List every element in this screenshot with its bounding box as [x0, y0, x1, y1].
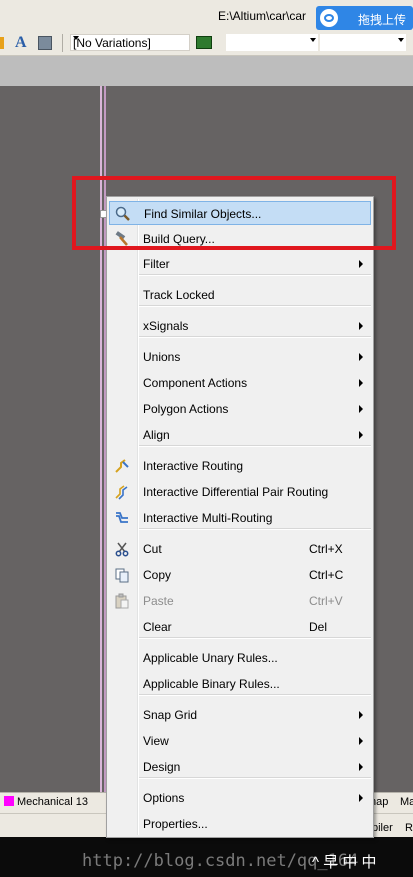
menu-item-label: Properties...: [143, 817, 208, 831]
diffpair-route-icon: [114, 484, 130, 500]
toolbar-combo-2[interactable]: [226, 34, 318, 51]
menu-separator: [139, 528, 371, 530]
multi-route-icon: [114, 510, 130, 526]
chevron-down-icon: [398, 38, 404, 42]
variations-dropdown[interactable]: [No Variations]: [70, 34, 190, 51]
menu-item-label: Paste: [143, 594, 174, 608]
upload-button[interactable]: 拖拽上传: [316, 6, 413, 30]
menu-item-snap-grid[interactable]: Snap Grid: [109, 703, 371, 727]
menu-item-copy[interactable]: Copy Ctrl+C: [109, 563, 371, 587]
menu-item-paste[interactable]: Paste Ctrl+V: [109, 589, 371, 613]
menu-item-label: Snap Grid: [143, 708, 198, 722]
menu-separator: [139, 445, 371, 447]
layer-color-swatch: [4, 796, 14, 806]
menu-item-label: Filter: [143, 257, 170, 271]
document-path: E:\Altium\car\car: [218, 9, 307, 23]
layer-tab-mechanical[interactable]: Mechanical 13: [4, 796, 88, 808]
menu-item-label: Track Locked: [143, 288, 215, 302]
menu-item-shortcut: Ctrl+V: [309, 594, 343, 608]
menu-item-clear[interactable]: Clear Del: [109, 615, 371, 639]
panel-tab-r[interactable]: R: [405, 822, 413, 834]
toolbar-divider: [62, 34, 63, 52]
menu-item-unions[interactable]: Unions: [109, 345, 371, 369]
menu-item-applicable-unary-rules[interactable]: Applicable Unary Rules...: [109, 646, 371, 670]
context-menu: Find Similar Objects... Build Query... Fil…: [106, 196, 374, 838]
menu-item-xsignals[interactable]: xSignals: [109, 314, 371, 338]
menu-item-shortcut: Del: [309, 620, 328, 634]
document-tab-bar: [0, 56, 413, 86]
route-icon: [114, 458, 130, 474]
menu-separator: [139, 694, 371, 696]
menu-item-shortcut: Ctrl+X: [309, 542, 343, 556]
submenu-arrow-icon: [359, 405, 363, 413]
menu-item-filter[interactable]: Filter: [109, 252, 371, 276]
copy-icon: [114, 567, 130, 583]
menu-item-interactive-differential-pair-routing[interactable]: Interactive Differential Pair Routing: [109, 480, 371, 504]
menu-separator: [139, 777, 371, 779]
toolbar: A [No Variations]: [0, 31, 413, 56]
toolbar-grip-icon: [0, 37, 4, 49]
submenu-arrow-icon: [359, 379, 363, 387]
menu-item-component-actions[interactable]: Component Actions: [109, 371, 371, 395]
menu-item-align[interactable]: Align: [109, 423, 371, 447]
menu-item-label: Unions: [143, 350, 181, 364]
menu-item-interactive-multi-routing[interactable]: Interactive Multi-Routing: [109, 506, 371, 530]
menu-item-label: Applicable Binary Rules...: [143, 677, 280, 691]
menu-item-design[interactable]: Design: [109, 755, 371, 779]
scissors-icon: [114, 541, 130, 557]
submenu-arrow-icon: [359, 763, 363, 771]
panel-tab-piler[interactable]: piler: [372, 822, 393, 834]
text-tool-icon[interactable]: A: [15, 34, 27, 52]
menu-item-label: Design: [143, 760, 181, 774]
menu-item-applicable-binary-rules[interactable]: Applicable Binary Rules...: [109, 672, 371, 696]
menu-item-shortcut: Ctrl+C: [309, 568, 344, 582]
submenu-arrow-icon: [359, 353, 363, 361]
board-icon[interactable]: [196, 36, 212, 49]
menu-item-label: Interactive Multi-Routing: [143, 511, 273, 525]
cloud-logo-icon: [320, 9, 338, 27]
menu-separator: [139, 637, 371, 639]
menu-item-label: Interactive Routing: [143, 459, 244, 473]
menu-item-label: Cut: [143, 542, 162, 556]
menu-item-interactive-routing[interactable]: Interactive Routing: [109, 454, 371, 478]
system-tray[interactable]: ^ 早 中 中: [312, 851, 377, 872]
toolbar-combo-3[interactable]: [320, 34, 406, 51]
menu-item-label: Polygon Actions: [143, 402, 229, 416]
menu-item-label: Options: [143, 791, 185, 805]
menu-separator: [139, 336, 371, 338]
chevron-down-icon: [73, 36, 79, 40]
menu-separator: [139, 274, 371, 276]
upload-button-label: 拖拽上传: [358, 13, 407, 27]
component-tool-icon[interactable]: [38, 36, 52, 50]
submenu-arrow-icon: [359, 711, 363, 719]
variations-value: [No Variations]: [73, 36, 151, 50]
menu-item-label: Applicable Unary Rules...: [143, 651, 278, 665]
menu-separator: [139, 305, 371, 307]
paste-icon: [114, 593, 130, 609]
chevron-down-icon: [310, 38, 316, 42]
layer-tab-label: Mechanical 13: [17, 796, 88, 808]
menu-item-label: Clear: [143, 620, 172, 634]
menu-item-track-locked[interactable]: Track Locked: [109, 283, 371, 307]
menu-item-label: View: [143, 734, 169, 748]
menu-item-label: Interactive Differential Pair Routing: [143, 485, 329, 499]
menu-item-options[interactable]: Options: [109, 786, 371, 810]
submenu-arrow-icon: [359, 322, 363, 330]
highlight-annotation-box: [72, 176, 396, 250]
submenu-arrow-icon: [359, 794, 363, 802]
menu-item-label: xSignals: [143, 319, 189, 333]
submenu-arrow-icon: [359, 737, 363, 745]
menu-item-view[interactable]: View: [109, 729, 371, 753]
menu-item-properties[interactable]: Properties...: [109, 812, 371, 836]
submenu-arrow-icon: [359, 431, 363, 439]
menu-item-polygon-actions[interactable]: Polygon Actions: [109, 397, 371, 421]
menu-item-label: Component Actions: [143, 376, 248, 390]
panel-tab-ma[interactable]: Ma: [400, 796, 413, 808]
menu-item-label: Align: [143, 428, 170, 442]
submenu-arrow-icon: [359, 260, 363, 268]
menu-item-cut[interactable]: Cut Ctrl+X: [109, 537, 371, 561]
menu-item-label: Copy: [143, 568, 172, 582]
